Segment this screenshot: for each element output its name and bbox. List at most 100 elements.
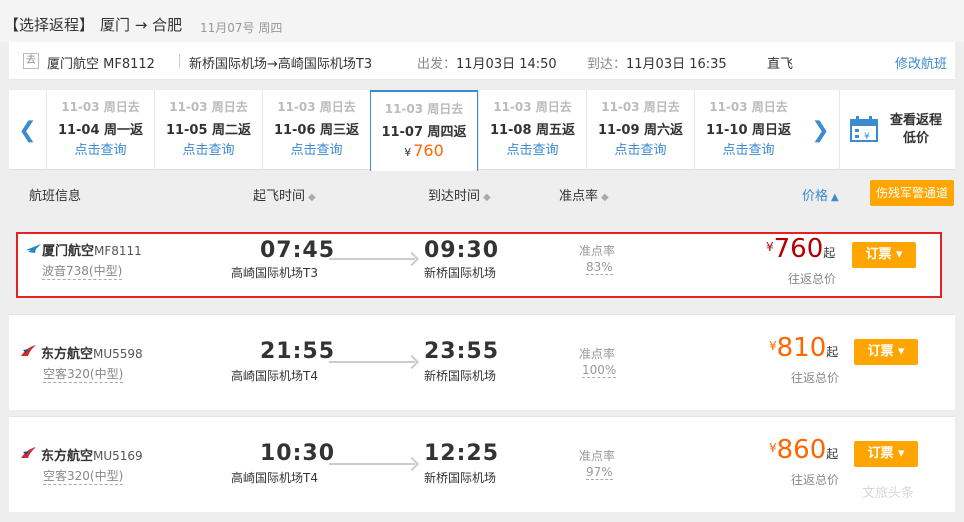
- flight-list-header: 航班信息 起飞时间 ◆ 到达时间 ◆ 准点率 ◆ 价格 ▲ 伤残军警通道: [9, 178, 955, 208]
- return-low-label-2: 低价: [903, 131, 930, 146]
- col-arrive-time[interactable]: 到达时间 ◆: [428, 185, 491, 204]
- depart-airport: 高崎国际机场T4: [231, 369, 318, 383]
- price: ¥860起: [769, 435, 838, 465]
- title-prefix: 【选择返程】: [4, 16, 95, 34]
- flight-type: 直飞: [767, 57, 794, 72]
- sort-icon: ◆: [601, 192, 609, 203]
- depart-datetime: 11月03日 14:50: [456, 57, 557, 72]
- col-depart-time-label: 起飞时间: [253, 189, 306, 204]
- currency-symbol: ¥: [766, 240, 774, 254]
- outbound-route: 新桥国际机场→高崎国际机场T3: [189, 57, 373, 72]
- calendar-icon: ¥: [850, 116, 878, 142]
- aircraft-type[interactable]: 空客320(中型): [43, 365, 124, 383]
- query-link[interactable]: 点击查询: [263, 139, 370, 158]
- col-ontime-label: 准点率: [559, 189, 599, 204]
- modify-flight-link[interactable]: 修改航班: [895, 53, 947, 72]
- depart-airport: 高崎国际机场T3: [231, 266, 318, 280]
- query-link[interactable]: 点击查询: [47, 139, 154, 158]
- page-header: 【选择返程】 厦门 → 合肥 11月07号 周四: [0, 0, 964, 42]
- date-option[interactable]: 11-03 周日去 11-08 周五返 点击查询: [478, 90, 586, 170]
- book-button[interactable]: 订票 ▾: [854, 339, 918, 365]
- date-selector: ❮ 11-03 周日去 11-04 周一返 点击查询 11-03 周日去 11-…: [9, 90, 955, 171]
- arrive-label: 到达：: [587, 57, 627, 72]
- currency-symbol: ¥: [769, 339, 777, 353]
- price-suffix: 起: [823, 246, 836, 260]
- arrive-time: 09:30: [424, 238, 500, 263]
- svg-text:¥: ¥: [864, 132, 870, 142]
- go-date: 11-03 周日去: [169, 100, 248, 114]
- price: ¥810起: [769, 333, 838, 363]
- go-date: 11-03 周日去: [493, 100, 572, 114]
- return-date-option: 11-05 周二返: [165, 123, 252, 138]
- go-date: 11-03 周日去: [277, 100, 356, 114]
- date-option[interactable]: 11-03 周日去 11-09 周六返 点击查询: [586, 90, 694, 170]
- depart-time: 21:55: [260, 339, 336, 364]
- ontime-rate[interactable]: 97%: [586, 465, 613, 480]
- return-date-option: 11-10 周日返: [705, 123, 792, 138]
- flight-arrow-icon: [329, 361, 415, 363]
- col-arrive-time-label: 到达时间: [428, 189, 481, 204]
- go-date: 11-03 周日去: [709, 100, 788, 114]
- china-eastern-logo-icon: [21, 345, 36, 356]
- date-option[interactable]: 11-03 周日去 11-10 周日返 点击查询: [694, 90, 802, 170]
- query-link[interactable]: 点击查询: [695, 139, 802, 158]
- arrive-time: 12:25: [424, 441, 500, 466]
- roundtrip-label: 往返总价: [791, 473, 840, 487]
- flight-row: 东方航空MU5598 空客320(中型) 21:55 高崎国际机场T4 23:5…: [9, 314, 955, 410]
- price-value: 860: [776, 435, 827, 465]
- arrive-airport: 新桥国际机场: [424, 369, 497, 383]
- depart-label: 出发：: [417, 57, 457, 72]
- date-option[interactable]: 11-03 周日去 11-06 周三返 点击查询: [262, 90, 370, 170]
- return-low-label-1: 查看返程: [890, 113, 943, 128]
- book-button[interactable]: 订票 ▾: [854, 441, 918, 467]
- ontime-rate[interactable]: 83%: [586, 260, 613, 275]
- outbound-summary: 去 厦门航空 MF8112 新桥国际机场→高崎国际机场T3 出发：11月03日 …: [9, 42, 955, 80]
- go-date: 11-03 周日去: [61, 100, 140, 114]
- aircraft-type[interactable]: 波音738(中型): [42, 262, 123, 280]
- divider: [179, 54, 180, 68]
- aircraft-type[interactable]: 空客320(中型): [43, 467, 124, 485]
- return-date-option: 11-06 周三返: [273, 123, 360, 138]
- ontime-rate[interactable]: 100%: [582, 363, 617, 378]
- price-suffix: 起: [826, 345, 839, 359]
- depart-airport: 高崎国际机场T4: [231, 471, 318, 485]
- airline-info: 东方航空MU5598: [21, 343, 143, 362]
- col-ontime[interactable]: 准点率 ◆: [559, 185, 609, 204]
- date-option-selected[interactable]: 11-03 周日去 11-07 周四返 ¥760: [370, 90, 478, 171]
- ontime-label: 准点率: [579, 244, 616, 258]
- return-low-price-button[interactable]: ¥ 查看返程 低价: [839, 90, 955, 170]
- date-option[interactable]: 11-03 周日去 11-05 周二返 点击查询: [154, 90, 262, 170]
- query-link[interactable]: 点击查询: [479, 139, 586, 158]
- date-option[interactable]: 11-03 周日去 11-04 周一返 点击查询: [46, 90, 154, 170]
- china-eastern-logo-icon: [21, 447, 36, 458]
- depart-time: 10:30: [260, 441, 336, 466]
- date-price-value: 760: [413, 141, 444, 160]
- go-date: 11-03 周日去: [601, 100, 680, 114]
- military-channel-button[interactable]: 伤残军警通道: [870, 180, 954, 206]
- outbound-flight: 厦门航空 MF8112: [47, 57, 155, 72]
- col-price-label: 价格: [802, 189, 829, 204]
- sort-icon: ◆: [308, 192, 316, 203]
- ontime-label: 准点率: [579, 347, 616, 361]
- return-date: 11月07号 周四: [200, 21, 283, 35]
- flight-row: 东方航空MU5169 空客320(中型) 10:30 高崎国际机场T4 12:2…: [9, 416, 955, 512]
- return-date-option: 11-04 周一返: [57, 123, 144, 138]
- col-price[interactable]: 价格 ▲: [802, 185, 839, 204]
- price-value: 810: [776, 333, 827, 363]
- flight-row: 厦门航空MF8111 波音738(中型) 07:45 高崎国际机场T3 09:3…: [16, 232, 942, 298]
- depart-time: 07:45: [260, 238, 336, 263]
- book-button[interactable]: 订票 ▾: [852, 242, 916, 268]
- arrive-airport: 新桥国际机场: [424, 266, 497, 280]
- col-depart-time[interactable]: 起飞时间 ◆: [253, 185, 316, 204]
- arrive-time: 23:55: [424, 339, 500, 364]
- query-link[interactable]: 点击查询: [155, 139, 262, 158]
- col-flight-info: 航班信息: [29, 189, 82, 204]
- sort-icon: ◆: [483, 192, 491, 203]
- airline-info: 厦门航空MF8111: [26, 240, 142, 259]
- go-date: 11-03 周日去: [384, 102, 464, 116]
- next-dates-arrow-icon[interactable]: ❯: [802, 90, 839, 170]
- ontime-label: 准点率: [579, 449, 616, 463]
- query-link[interactable]: 点击查询: [587, 139, 694, 158]
- prev-dates-arrow-icon[interactable]: ❮: [9, 90, 46, 170]
- arrive-airport: 新桥国际机场: [424, 471, 497, 485]
